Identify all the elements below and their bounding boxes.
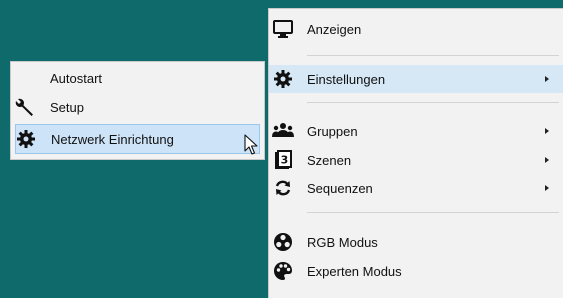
menu-item-sequenzen[interactable]: Sequenzen	[269, 174, 563, 202]
menu-item-label: Gruppen	[307, 123, 358, 139]
refresh-icon	[271, 176, 295, 200]
rgb-icon	[271, 230, 295, 254]
menu-item-gruppen[interactable]: Gruppen	[269, 117, 563, 145]
palette-icon	[271, 259, 295, 283]
menu-separator	[307, 102, 559, 103]
context-menu: Anzeigen Einstellungen Gruppen 3 Szenen …	[268, 8, 563, 298]
teal-top-strip	[268, 0, 563, 8]
submenu-item-autostart[interactable]: Autostart	[11, 64, 264, 92]
group-icon	[271, 119, 295, 143]
submenu-item-label: Autostart	[50, 70, 103, 86]
menu-item-label: Sequenzen	[307, 180, 373, 196]
wrench-icon	[13, 95, 37, 119]
monitor-icon	[271, 17, 295, 41]
menu-item-label: Einstellungen	[307, 71, 386, 87]
submenu-item-netzwerk-einrichtung[interactable]: Netzwerk Einrichtung	[15, 124, 260, 154]
gear-icon	[14, 127, 38, 151]
submenu-item-label: Setup	[50, 99, 84, 115]
menu-item-label: Szenen	[307, 152, 352, 168]
menu-item-szenen[interactable]: 3 Szenen	[269, 146, 563, 174]
menu-item-anzeigen[interactable]: Anzeigen	[269, 15, 563, 43]
menu-item-label: RGB Modus	[307, 234, 378, 250]
menu-separator	[307, 55, 559, 56]
scene-3-icon: 3	[271, 148, 295, 172]
svg-text:3: 3	[281, 154, 289, 167]
desktop-background: Anzeigen Einstellungen Gruppen 3 Szenen …	[0, 0, 563, 298]
submenu-item-setup[interactable]: Setup	[11, 93, 264, 121]
menu-item-einstellungen[interactable]: Einstellungen	[269, 65, 563, 93]
menu-separator	[307, 212, 559, 213]
gear-icon	[271, 67, 295, 91]
menu-item-experten-modus[interactable]: Experten Modus	[269, 257, 563, 285]
menu-item-label: Experten Modus	[307, 263, 402, 279]
submenu-arrow-icon	[545, 128, 549, 134]
submenu-arrow-icon	[545, 76, 549, 82]
submenu-arrow-icon	[545, 157, 549, 163]
menu-item-rgb-modus[interactable]: RGB Modus	[269, 228, 563, 256]
submenu-arrow-icon	[545, 185, 549, 191]
menu-item-label: Anzeigen	[307, 21, 362, 37]
submenu-item-label: Netzwerk Einrichtung	[51, 131, 174, 147]
settings-submenu: Autostart Setup Netzwerk Einrichtung	[10, 61, 265, 160]
mouse-cursor-icon	[244, 134, 258, 155]
